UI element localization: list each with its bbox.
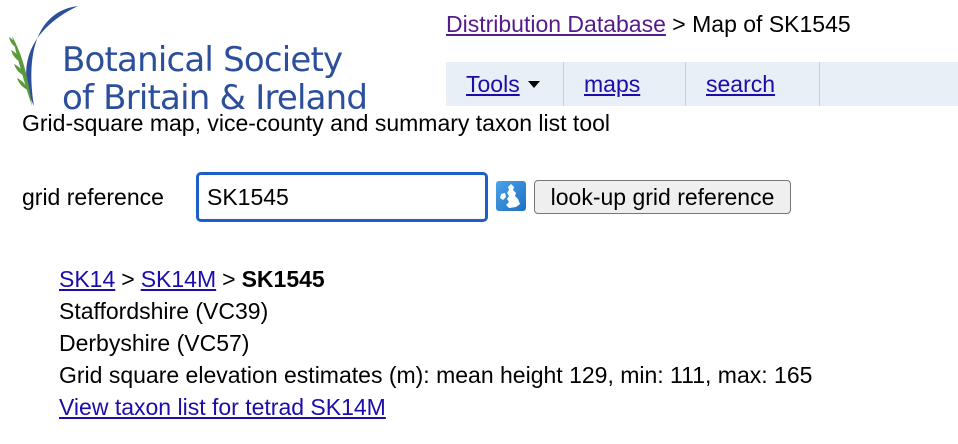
hectad-link[interactable]: SK14	[59, 266, 115, 292]
search-link[interactable]: search	[706, 71, 775, 98]
bsbi-logo[interactable]: Botanical Society of Britain & Ireland	[4, 2, 384, 118]
breadcrumb-distribution-database-link[interactable]: Distribution Database	[446, 11, 666, 37]
grid-square-info: SK14 > SK14M > SK1545 Staffordshire (VC39) D…	[59, 263, 812, 423]
page-subtitle: Grid-square map, vice-county and summary…	[22, 110, 611, 136]
view-taxon-list-link[interactable]: View taxon list for tetrad SK14M	[59, 394, 386, 420]
tab-tools[interactable]: Tools	[446, 62, 564, 106]
maps-link[interactable]: maps	[584, 71, 640, 98]
look-up-grid-reference-button[interactable]: look-up grid reference	[534, 180, 791, 214]
tab-search[interactable]: search	[686, 62, 820, 106]
hierarchy-separator: >	[121, 266, 135, 292]
breadcrumb-current: Map of SK1545	[692, 11, 851, 37]
tools-menu-link[interactable]: Tools	[466, 71, 520, 98]
grid-hierarchy: SK14 > SK14M > SK1545	[59, 263, 812, 295]
grid-reference-input[interactable]	[196, 172, 488, 222]
nav-tabs: Tools maps search	[446, 62, 958, 106]
hierarchy-separator: >	[222, 266, 236, 292]
vice-county-2: Derbyshire (VC57)	[59, 330, 250, 356]
uk-map-icon[interactable]	[496, 181, 526, 211]
current-grid-square: SK1545	[241, 266, 325, 292]
elevation-estimates: Grid square elevation estimates (m): mea…	[59, 362, 813, 388]
vice-county-1: Staffordshire (VC39)	[59, 298, 269, 324]
tetrad-link[interactable]: SK14M	[141, 266, 216, 292]
breadcrumb: Distribution Database > Map of SK1545	[446, 11, 851, 38]
logo-text-line1: Botanical Society	[62, 40, 343, 80]
grid-reference-label: grid reference	[22, 184, 164, 210]
breadcrumb-separator: >	[672, 11, 686, 37]
caret-down-icon[interactable]	[527, 80, 540, 88]
tab-maps[interactable]: maps	[564, 62, 686, 106]
